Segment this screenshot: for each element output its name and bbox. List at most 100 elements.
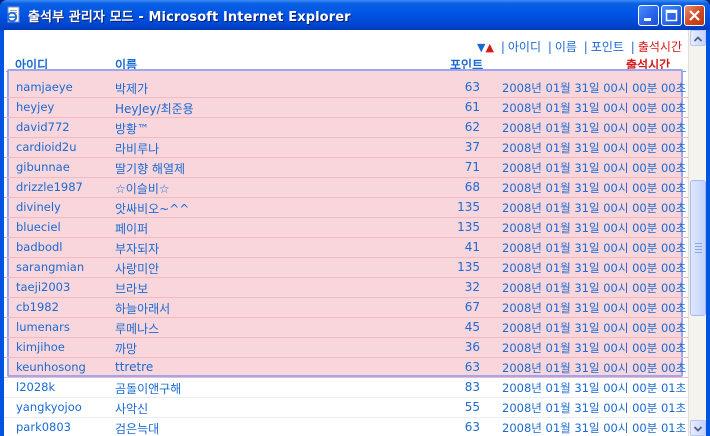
browser-client-area: ▼▲ | 아이디 | 이름 | 포인트 | 출석시간 아이디 이름 포인트 출석시간 n… — [4, 30, 706, 436]
ie-page-icon[interactable] — [5, 6, 23, 24]
cell-name: 사악신 — [115, 402, 149, 416]
table-row[interactable]: gibunnae 딸기향 해열제 71 2008년 01월 31일 00시 00분 0… — [4, 158, 688, 178]
cell-name: 방황™ — [115, 122, 150, 136]
cell-id: drizzle1987 — [16, 180, 83, 194]
table-row[interactable]: david772 방황™ 62 2008년 01월 31일 00시 00분 00초 — [4, 118, 688, 138]
cell-id: cb1982 — [16, 300, 59, 314]
cell-time: 2008년 01월 31일 00시 00분 00초 — [502, 161, 687, 175]
maximize-icon — [665, 9, 678, 22]
sort-asc-arrow-icon[interactable]: ▲ — [486, 41, 494, 54]
close-button[interactable] — [684, 5, 705, 26]
separator: | — [500, 40, 505, 54]
table-row[interactable]: yangkyojoo 사악신 55 2008년 01월 31일 00시 00분 01초 — [4, 398, 688, 418]
cell-id: taeji2003 — [16, 280, 71, 294]
table-row[interactable]: heyjey HeyJey/최준용 61 2008년 01월 31일 00시 00분 … — [4, 98, 688, 118]
maximize-button[interactable] — [661, 5, 682, 26]
scroll-down-button[interactable] — [690, 420, 706, 436]
cell-name: 앗싸비오~^^ — [115, 202, 190, 216]
cell-time: 2008년 01월 31일 00시 00분 00초 — [502, 341, 687, 355]
cell-point: 41 — [464, 240, 480, 254]
cell-id: park0803 — [16, 420, 72, 434]
cell-time: 2008년 01월 31일 00시 00분 00초 — [502, 221, 687, 235]
window-title: 출석부 관리자 모드 - Microsoft Internet Explorer — [28, 10, 351, 25]
cell-name: 곰돌이앤구해 — [115, 382, 182, 396]
sort-link-point[interactable]: 포인트 — [591, 40, 624, 54]
cell-name: 박제가 — [115, 82, 149, 96]
cell-name: ttretre — [115, 360, 154, 374]
cell-id: gibunnae — [16, 160, 70, 174]
cell-id: yangkyojoo — [16, 400, 82, 414]
cell-name: 루메나스 — [115, 322, 160, 336]
table-row[interactable]: cardioid2u 라비루나 37 2008년 01월 31일 00시 00분 00… — [4, 138, 688, 158]
cell-point: 63 — [464, 80, 480, 94]
cell-time: 2008년 01월 31일 00시 00분 01초 — [502, 401, 687, 415]
table-row[interactable]: park0803 검은늑대 63 2008년 01월 31일 00시 00분 01초 — [4, 418, 688, 436]
cell-point: 32 — [464, 280, 480, 294]
cell-name: HeyJey/최준용 — [115, 102, 194, 116]
cell-point: 135 — [457, 260, 480, 274]
table-row[interactable]: blueciel 페이퍼 135 2008년 01월 31일 00시 00분 00초 — [4, 218, 688, 238]
cell-point: 63 — [464, 420, 480, 434]
cell-point: 61 — [464, 100, 480, 114]
cell-name: 딸기향 해열제 — [115, 162, 186, 176]
cell-name: 브라보 — [115, 282, 149, 296]
table-row[interactable]: namjaeye 박제가 63 2008년 01월 31일 00시 00분 00초 — [4, 78, 688, 98]
scroll-up-button[interactable] — [690, 30, 706, 46]
table-row[interactable]: lumenars 루메나스 45 2008년 01월 31일 00시 00분 00초 — [4, 318, 688, 338]
scroll-up-arrow-icon — [693, 36, 703, 42]
attendance-table-body: namjaeye 박제가 63 2008년 01월 31일 00시 00분 00초 he… — [4, 78, 688, 436]
minimize-button[interactable] — [638, 5, 659, 26]
sort-bar: ▼▲ | 아이디 | 이름 | 포인트 | 출석시간 — [477, 38, 682, 55]
cell-name: 라비루나 — [115, 142, 160, 156]
sort-link-time[interactable]: 출석시간 — [638, 40, 682, 54]
table-row[interactable]: taeji2003 브라보 32 2008년 01월 31일 00시 00분 00초 — [4, 278, 688, 298]
cell-time: 2008년 01월 31일 00시 00분 00초 — [502, 201, 687, 215]
scroll-thumb[interactable] — [690, 180, 706, 316]
separator: | — [547, 40, 552, 54]
cell-point: 63 — [464, 360, 480, 374]
sort-link-name[interactable]: 이름 — [555, 40, 577, 54]
grip-line — [695, 252, 702, 253]
cell-name: ☆이슬비☆ — [115, 182, 170, 196]
cell-time: 2008년 01월 31일 00시 00분 00초 — [502, 121, 687, 135]
cell-id: sarangmian — [16, 260, 85, 274]
table-row[interactable]: badbodl 부자되자 41 2008년 01월 31일 00시 00분 00초 — [4, 238, 688, 258]
table-row[interactable]: divinely 앗싸비오~^^ 135 2008년 01월 31일 00시 00분 … — [4, 198, 688, 218]
cell-name: 페이퍼 — [115, 222, 149, 236]
cell-point: 135 — [457, 220, 480, 234]
cell-id: heyjey — [16, 100, 55, 114]
grip-line — [695, 249, 702, 250]
table-row[interactable]: sarangmian 사랑미안 135 2008년 01월 31일 00시 00분 0… — [4, 258, 688, 278]
cell-id: lumenars — [16, 320, 70, 334]
cell-time: 2008년 01월 31일 00시 00분 00초 — [502, 301, 687, 315]
grip-line — [695, 246, 702, 247]
table-row[interactable]: cb1982 하늘아래서 67 2008년 01월 31일 00시 00분 00초 — [4, 298, 688, 318]
table-row[interactable]: drizzle1987 ☆이슬비☆ 68 2008년 01월 31일 00시 00분 … — [4, 178, 688, 198]
sort-link-id[interactable]: 아이디 — [508, 40, 541, 54]
table-row[interactable]: keunhosong ttretre 63 2008년 01월 31일 00시 00분… — [4, 358, 688, 378]
vertical-scrollbar[interactable] — [688, 30, 706, 436]
cell-time: 2008년 01월 31일 00시 00분 00초 — [502, 261, 687, 275]
cell-point: 71 — [464, 160, 480, 174]
scroll-down-arrow-icon — [693, 426, 703, 432]
cell-point: 62 — [464, 120, 480, 134]
cell-id: kimjihoe — [16, 340, 65, 354]
cell-point: 83 — [464, 380, 480, 394]
browser-window: 출석부 관리자 모드 - Microsoft Internet Explorer… — [0, 0, 710, 436]
cell-point: 67 — [464, 300, 480, 314]
table-row[interactable]: l2028k 곰돌이앤구해 83 2008년 01월 31일 00시 00분 01초 — [4, 378, 688, 398]
cell-time: 2008년 01월 31일 00시 00분 00초 — [502, 181, 687, 195]
grip-line — [695, 243, 702, 244]
cell-id: badbodl — [16, 240, 63, 254]
cell-name: 검은늑대 — [115, 422, 160, 436]
table-row[interactable]: kimjihoe 까망 36 2008년 01월 31일 00시 00분 00초 — [4, 338, 688, 358]
close-icon — [689, 10, 700, 21]
cell-point: 36 — [464, 340, 480, 354]
cell-id: divinely — [16, 200, 61, 214]
cell-name: 부자되자 — [115, 242, 160, 256]
minimize-icon — [644, 18, 651, 21]
cell-id: cardioid2u — [16, 140, 77, 154]
sort-desc-arrow-icon[interactable]: ▼ — [477, 41, 485, 54]
cell-name: 사랑미안 — [115, 262, 160, 276]
title-bar[interactable]: 출석부 관리자 모드 - Microsoft Internet Explorer — [0, 0, 710, 30]
